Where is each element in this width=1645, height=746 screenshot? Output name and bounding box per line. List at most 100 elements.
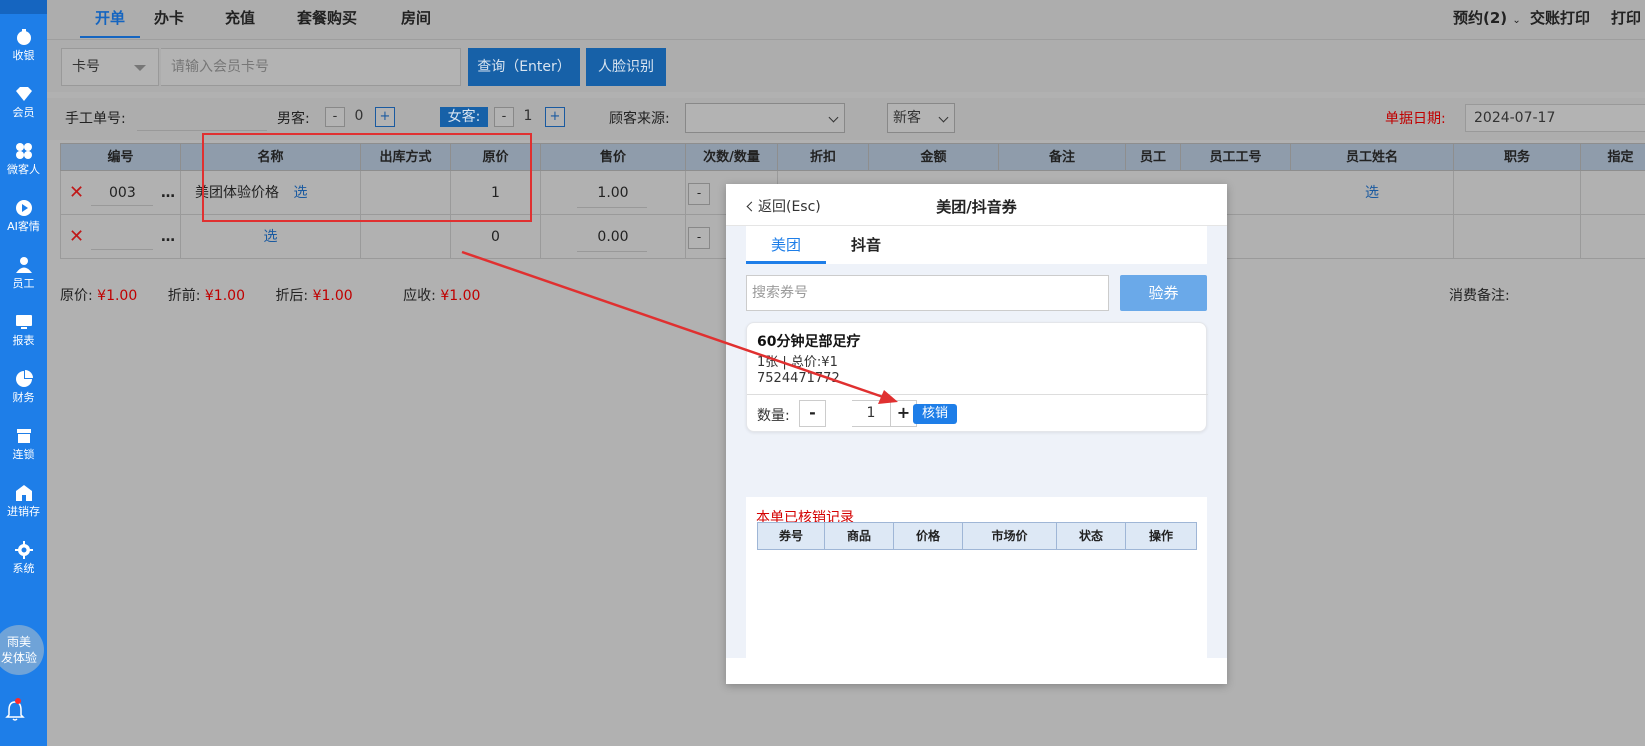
highlight-box <box>202 133 532 222</box>
delete-row-icon[interactable]: ✕ <box>69 215 84 259</box>
member-card-input[interactable]: 请输入会员卡号 <box>161 48 461 86</box>
tab-open-order[interactable]: 开单 <box>80 0 140 38</box>
rh-product: 商品 <box>825 523 894 549</box>
row-sale-price: 1.00 <box>597 185 629 201</box>
sidebar-item-inventory[interactable]: 进销存 <box>0 484 47 518</box>
th-sale-price: 售价 <box>541 144 686 171</box>
voucher-modal: 返回(Esc) 美团/抖音券 美团 抖音 搜索券号 验券 60分钟足部足疗 1张… <box>726 184 1227 684</box>
row-sale-price-cell[interactable]: 1.00 <box>541 171 686 215</box>
order-date-label: 单据日期: <box>1385 111 1446 127</box>
search-bar: 卡号 请输入会员卡号 查询（Enter） 人脸识别 <box>47 40 1645 92</box>
sidebar-item-ai[interactable]: AI客情 <box>0 199 47 233</box>
top-nav: 开单 办卡 充值 套餐购买 房间 预约(2) ⌄ 交账打印 打印 <box>47 0 1645 40</box>
store-avatar[interactable]: 雨美 发体验 <box>0 625 44 675</box>
quantity-label: 数量: <box>757 408 790 424</box>
manual-no-input[interactable] <box>137 130 267 131</box>
sidebar-item-reports[interactable]: 报表 <box>0 313 47 347</box>
modal-title: 美团/抖音券 <box>936 198 1017 216</box>
row-code[interactable]: 003 <box>109 171 136 215</box>
sidebar-item-chain[interactable]: 连锁 <box>0 427 47 461</box>
th-discount: 折扣 <box>778 144 869 171</box>
row-staff-name-cell: 选 <box>1291 171 1454 215</box>
tab-douyin[interactable]: 抖音 <box>851 234 881 255</box>
person-icon <box>15 256 33 274</box>
query-button[interactable]: 查询（Enter） <box>468 48 580 86</box>
code-underline <box>91 249 153 250</box>
verify-voucher-button[interactable]: 验券 <box>1120 275 1207 311</box>
coupon-card: 60分钟足部足疗 1张 | 总价:¥1 7524471772 数量: - 1 +… <box>746 322 1208 432</box>
th-amount: 金额 <box>869 144 999 171</box>
row-sale-price: 0.00 <box>597 229 629 245</box>
sidebar-item-finance[interactable]: 财务 <box>0 370 47 404</box>
th-assigned: 指定 <box>1581 144 1645 171</box>
male-plus-button[interactable]: + <box>375 107 395 127</box>
due-label: 应收: <box>403 288 436 304</box>
sidebar-top-strip <box>0 0 47 14</box>
female-minus-button[interactable]: - <box>494 107 514 127</box>
sidebar-item-staff[interactable]: 员工 <box>0 256 47 290</box>
warehouse-icon <box>15 484 33 502</box>
bell-icon[interactable] <box>5 700 25 722</box>
voucher-search-input[interactable]: 搜索券号 <box>746 275 1109 311</box>
after-value: ¥1.00 <box>312 288 353 304</box>
qty-minus-button[interactable]: - <box>688 227 710 249</box>
card-type-select[interactable]: 卡号 <box>61 48 159 86</box>
orig-label: 原价: <box>60 288 93 304</box>
order-date-input[interactable]: 2024-07-17 <box>1465 104 1645 132</box>
avatar-line-1: 雨美 <box>6 635 31 649</box>
sidebar-item-member[interactable]: 会员 <box>0 85 47 119</box>
due-value: ¥1.00 <box>440 288 481 304</box>
select-item-link[interactable]: 选 <box>264 229 278 245</box>
tab-room[interactable]: 房间 <box>401 0 431 38</box>
print-button[interactable]: 打印 <box>1611 0 1641 36</box>
store-icon <box>15 427 33 445</box>
face-recognition-button[interactable]: 人脸识别 <box>586 48 666 86</box>
sidebar-item-cashier[interactable]: 收银 <box>0 28 47 62</box>
sidebar-item-label: 微客人 <box>7 163 40 176</box>
female-plus-button[interactable]: + <box>545 107 565 127</box>
platform-tabs: 美团 抖音 <box>746 226 1207 264</box>
before-label: 折前: <box>167 288 201 304</box>
reservation-menu[interactable]: 预约(2) ⌄ <box>1453 0 1521 36</box>
th-quantity: 次数/数量 <box>686 144 778 171</box>
qty-minus-button[interactable]: - <box>799 400 826 427</box>
play-circle-icon <box>15 199 33 217</box>
tab-package[interactable]: 套餐购买 <box>297 0 357 38</box>
redeem-button[interactable]: 核销 <box>913 404 957 424</box>
tab-recharge[interactable]: 充值 <box>225 0 255 38</box>
sidebar-item-system[interactable]: 系统 <box>0 541 47 575</box>
tab-meituan[interactable]: 美团 <box>771 234 801 255</box>
sidebar-item-wechat-guest[interactable]: 微客人 <box>0 142 47 176</box>
more-icon[interactable]: … <box>161 171 175 215</box>
handover-print-button[interactable]: 交账打印 <box>1530 0 1590 36</box>
more-icon[interactable]: … <box>161 215 175 259</box>
rh-action: 操作 <box>1148 529 1173 543</box>
row-code-cell: ✕ … <box>61 215 181 259</box>
select-staff-link[interactable]: 选 <box>1365 185 1379 201</box>
manual-no-label: 手工单号: <box>65 111 126 127</box>
coupon-name: 60分钟足部足疗 <box>757 334 861 350</box>
rh-voucher-no: 券号 <box>758 523 825 549</box>
consumption-remark[interactable]: 消费备注: <box>1449 285 1510 305</box>
th-staff-name: 员工姓名 <box>1291 144 1454 171</box>
tab-card[interactable]: 办卡 <box>154 0 184 38</box>
sidebar-item-label: 连锁 <box>12 448 35 461</box>
qty-minus-button[interactable]: - <box>688 183 710 205</box>
records-table-header: 券号 商品 价格 市场价 状态 操作 <box>757 522 1197 550</box>
gear-icon <box>14 541 33 559</box>
th-code: 编号 <box>61 144 181 171</box>
sidebar-item-label: 报表 <box>12 334 35 347</box>
monitor-icon <box>15 313 33 331</box>
customer-type-select[interactable]: 新客 <box>887 103 955 133</box>
source-label: 顾客来源: <box>609 111 670 127</box>
qty-input[interactable]: 1 <box>852 400 890 427</box>
orig-value: ¥1.00 <box>97 288 138 304</box>
delete-row-icon[interactable]: ✕ <box>69 171 84 215</box>
male-minus-button[interactable]: - <box>325 107 345 127</box>
customer-source-select[interactable] <box>685 103 845 133</box>
code-underline <box>91 205 153 206</box>
female-count: 1 <box>523 108 533 124</box>
diamond-icon <box>15 85 33 103</box>
sidebar-item-label: 财务 <box>12 391 35 404</box>
row-sale-price-cell[interactable]: 0.00 <box>541 215 686 259</box>
